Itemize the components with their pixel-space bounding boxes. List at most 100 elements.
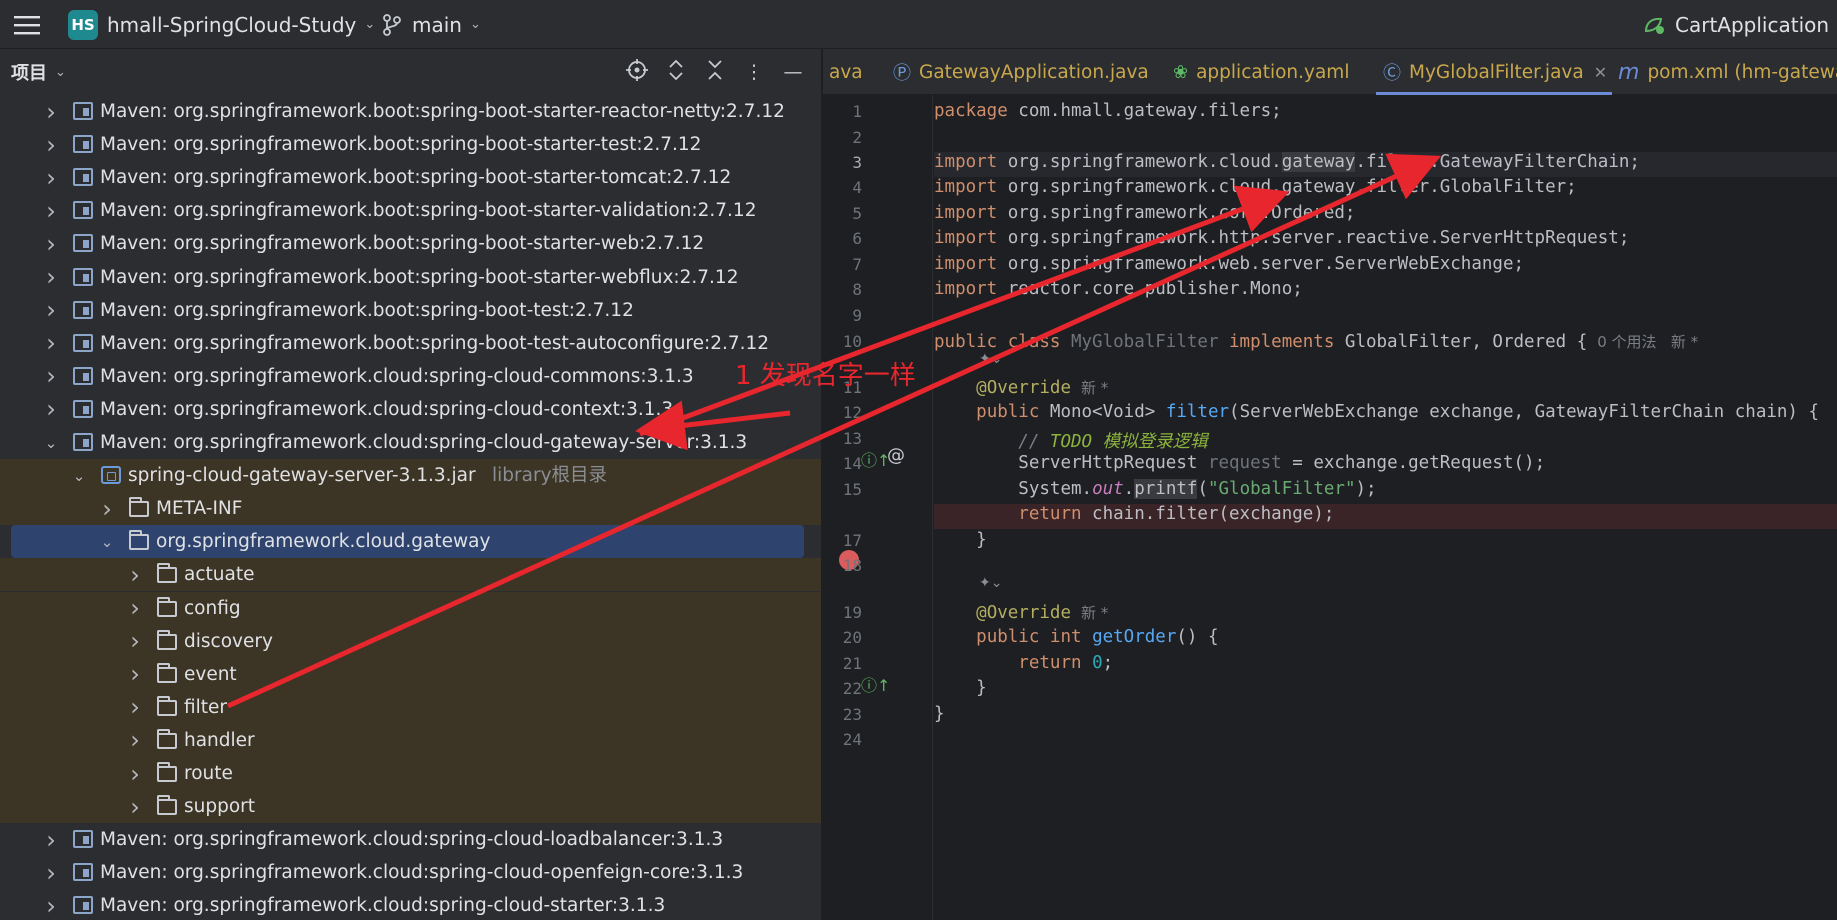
chevron-right-icon[interactable]: ›	[40, 294, 62, 327]
author-hint: 新 *	[1080, 379, 1109, 397]
run-config-selector[interactable]: CartApplication	[1643, 0, 1829, 49]
folder-icon	[157, 662, 177, 683]
ai-assist-icon[interactable]: ✦⌄	[979, 351, 1002, 367]
tree-item[interactable]: › actuate	[0, 558, 821, 592]
chevron-right-icon[interactable]: ›	[40, 856, 62, 889]
chevron-right-icon[interactable]: ›	[40, 360, 62, 393]
chevron-right-icon[interactable]: ›	[40, 393, 62, 426]
line-number: 15	[842, 480, 862, 499]
folder-icon	[157, 728, 177, 749]
tree-item-label: Maven: org.springframework.boot:spring-b…	[100, 101, 785, 122]
project-panel-header: 项目 ⌄ ⋮ —	[0, 49, 821, 95]
line-number: 4	[852, 178, 862, 197]
tree-item[interactable]: › Maven: org.springframework.boot:spring-…	[0, 128, 821, 161]
implement-method-icon[interactable]: ⓘ↑	[861, 672, 890, 696]
ai-assist-icon[interactable]: ✦⌄	[979, 575, 1002, 591]
tree-item[interactable]: › event	[0, 657, 821, 691]
chevron-right-icon[interactable]: ›	[40, 261, 62, 294]
line-number: 20	[842, 628, 862, 647]
tab-pom-xml[interactable]: m pom.xml (hm-gateway)	[1618, 49, 1837, 95]
tab-application-yaml[interactable]: ❀ application.yaml	[1173, 49, 1349, 95]
chevron-right-icon[interactable]: ›	[40, 194, 62, 227]
branch-selector[interactable]: main ⌄	[382, 0, 481, 49]
tree-item[interactable]: › Maven: org.springframework.cloud:spring…	[0, 360, 821, 393]
tree-item[interactable]: › handler	[0, 723, 821, 757]
chevron-right-icon[interactable]: ›	[40, 128, 62, 161]
chevron-right-icon[interactable]: ›	[124, 658, 146, 691]
title-bar: HS hmall-SpringCloud-Study ⌄ main ⌄ Cart…	[0, 0, 1837, 49]
tree-item[interactable]: › route	[0, 757, 821, 790]
chevron-right-icon[interactable]: ›	[124, 625, 146, 658]
project-selector[interactable]: HS hmall-SpringCloud-Study ⌄	[68, 0, 375, 49]
run-config-name: CartApplication	[1675, 12, 1830, 37]
project-view-selector[interactable]: 项目 ⌄	[11, 49, 66, 95]
chevron-right-icon[interactable]: ›	[40, 161, 62, 194]
spring-class-icon: Ⓟ	[893, 63, 911, 84]
chevron-right-icon[interactable]: ›	[124, 592, 146, 625]
library-icon	[73, 201, 93, 220]
tree-item[interactable]: › config	[0, 591, 821, 625]
chevron-right-icon[interactable]: ›	[40, 227, 62, 260]
tab-gateway-application[interactable]: Ⓟ GatewayApplication.java	[893, 49, 1149, 95]
line-number: 24	[842, 730, 862, 749]
tree-item[interactable]: ⌄ Maven: org.springframework.cloud:spring…	[0, 426, 821, 459]
line-number-gutter[interactable]: ⓘ↑ @ ⓘ↑ 1 2 3 4 5 6 7 8 9 10 11 12 13 14 15 17 18 19 20 21 2…	[823, 95, 933, 920]
code-line: }	[934, 704, 945, 724]
implement-method-icon[interactable]: ⓘ↑	[861, 447, 890, 471]
tree-item[interactable]: › Maven: org.springframework.boot:spring-…	[0, 261, 821, 294]
tree-item[interactable]: › Maven: org.springframework.boot:spring-…	[0, 227, 821, 260]
code-line: import reactor.core.publisher.Mono;	[934, 279, 1303, 299]
jar-icon	[101, 466, 121, 485]
folder-icon	[129, 530, 149, 551]
chevron-right-icon[interactable]: ›	[96, 492, 118, 525]
tree-item[interactable]: › Maven: org.springframework.cloud:spring…	[0, 393, 821, 426]
chevron-right-icon[interactable]: ›	[124, 558, 146, 591]
expand-all-icon[interactable]	[665, 59, 687, 86]
tree-item[interactable]: › Maven: org.springframework.boot:spring-…	[0, 95, 821, 128]
tree-item[interactable]: › Maven: org.springframework.boot:spring-…	[0, 194, 821, 227]
main-menu-icon[interactable]	[14, 0, 42, 49]
annotation-note: 1 发现名字一样	[735, 361, 916, 391]
tree-item[interactable]: › Maven: org.springframework.cloud:spring…	[0, 856, 821, 889]
tree-item[interactable]: › Maven: org.springframework.boot:spring-…	[0, 161, 821, 194]
code-line: import org.springframework.core.Ordered;	[934, 203, 1356, 223]
annotation-gutter-icon[interactable]: @	[887, 445, 905, 466]
collapse-all-icon[interactable]	[704, 59, 726, 86]
chevron-right-icon[interactable]: ›	[124, 790, 146, 823]
code-editor[interactable]: package com.hmall.gateway.filers; import…	[934, 95, 1837, 920]
chevron-down-icon[interactable]: ⌄	[96, 525, 118, 558]
chevron-down-icon[interactable]: ⌄	[68, 459, 90, 492]
chevron-right-icon[interactable]: ›	[40, 823, 62, 856]
tree-item[interactable]: › discovery	[0, 624, 821, 658]
chevron-down-icon[interactable]: ⌄	[40, 426, 62, 459]
locate-file-icon[interactable]	[626, 58, 648, 86]
chevron-right-icon[interactable]: ›	[124, 724, 146, 757]
more-options-icon[interactable]: ⋮	[743, 61, 765, 83]
tree-item[interactable]: › filter	[0, 690, 821, 724]
code-line: }	[976, 678, 987, 698]
chevron-right-icon[interactable]: ›	[40, 327, 62, 360]
library-icon	[73, 399, 93, 418]
tab-partial[interactable]: ava	[829, 49, 863, 95]
tree-item[interactable]: › Maven: org.springframework.cloud:spring…	[0, 889, 821, 920]
chevron-right-icon[interactable]: ›	[40, 95, 62, 128]
chevron-right-icon[interactable]: ›	[40, 889, 62, 920]
chevron-right-icon[interactable]: ›	[124, 691, 146, 724]
folder-icon	[157, 563, 177, 584]
tree-item[interactable]: › Maven: org.springframework.boot:spring-…	[0, 327, 821, 360]
code-line: return chain.filter(exchange);	[934, 504, 1837, 529]
tree-item[interactable]: ⌄ spring-cloud-gateway-server-3.1.3.jar li…	[0, 459, 821, 493]
tree-item[interactable]: › Maven: org.springframework.boot:spring-…	[0, 294, 821, 327]
library-icon	[73, 830, 93, 849]
tab-my-global-filter[interactable]: Ⓒ MyGlobalFilter.java ✕	[1383, 49, 1607, 95]
project-badge: HS	[68, 9, 98, 40]
tree-item[interactable]: › META-INF	[0, 492, 821, 526]
hide-panel-icon[interactable]: —	[782, 61, 804, 83]
editor-area: ava Ⓟ GatewayApplication.java ❀ applicat…	[823, 49, 1837, 920]
tree-item[interactable]: › Maven: org.springframework.cloud:spring…	[0, 823, 821, 856]
tree-item[interactable]: › support	[0, 790, 821, 824]
tree-item-label: Maven: org.springframework.boot:spring-b…	[100, 233, 705, 255]
close-tab-icon[interactable]: ✕	[1594, 63, 1607, 82]
tree-item-selected[interactable]: ⌄ org.springframework.cloud.gateway	[11, 525, 804, 559]
chevron-right-icon[interactable]: ›	[124, 757, 146, 790]
